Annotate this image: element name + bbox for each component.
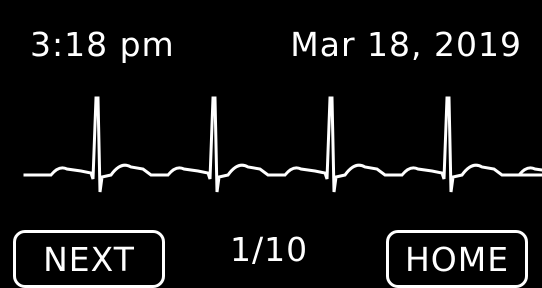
ecg-waveform: [23, 96, 542, 193]
next-button[interactable]: NEXT: [13, 230, 165, 288]
ecg-trace-line: [23, 96, 542, 193]
current-date: Mar 18, 2019: [290, 25, 522, 64]
home-button[interactable]: HOME: [386, 230, 528, 288]
current-time: 3:18 pm: [30, 25, 175, 64]
page-indicator: 1/10: [230, 230, 309, 269]
device-screen: 3:18 pm Mar 18, 2019 NEXT 1/10 HOME: [0, 0, 542, 288]
